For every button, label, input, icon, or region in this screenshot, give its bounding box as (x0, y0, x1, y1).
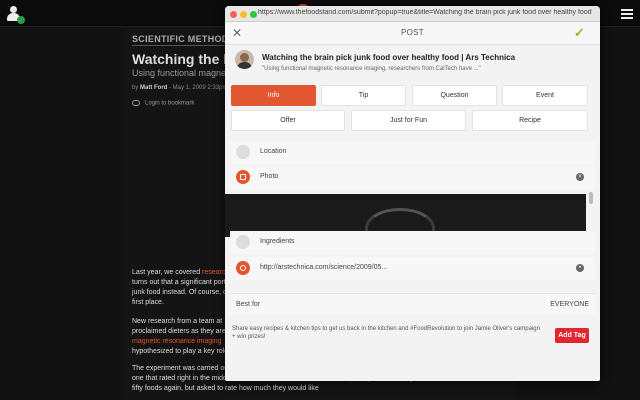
link-field[interactable]: http://arstechnica.com/science/2009/05..… (230, 257, 595, 280)
tag-promo-text: Share easy recipes & kitchen tips to get… (232, 326, 540, 340)
ingredients-label: Ingredients (260, 238, 295, 245)
tag-promo-row: Share easy recipes & kitchen tips to get… (230, 322, 595, 350)
ingredients-field[interactable]: Ingredients (230, 231, 595, 254)
post-header: ✕ POST ✓ (225, 22, 600, 45)
user-icon[interactable] (6, 6, 25, 24)
close-window-button[interactable] (230, 11, 237, 18)
tab-recipe[interactable]: Recipe (472, 110, 588, 131)
checkmark-icon[interactable]: ✓ (574, 25, 585, 41)
avatar (235, 50, 254, 69)
link-title: Watching the brain pick junk food over h… (262, 53, 516, 62)
photo-field[interactable]: Photo × (230, 166, 595, 189)
article-byline: by Matt Ford - May 1, 2009 2:33pm E (132, 85, 233, 91)
window-titlebar: https://www.thefoodstand.com/submit?popu… (225, 6, 600, 22)
location-pin-icon (236, 145, 250, 159)
para1-text-a: Last year, we covered (132, 269, 201, 276)
article-paragraph-2: New research from a team at proclaimed d… (132, 317, 240, 357)
tab-event[interactable]: Event (502, 85, 588, 106)
hamburger-menu-icon[interactable] (621, 9, 633, 19)
location-field[interactable]: Location (230, 141, 595, 164)
camera-icon (236, 170, 250, 184)
location-label: Location (260, 148, 287, 155)
article-paragraph-1: Last year, we covered research turns out… (132, 268, 240, 308)
post-title: POST (401, 28, 424, 37)
para2-text-b: proclaimed dieters as they are (132, 328, 226, 335)
byline-author[interactable]: Matt Ford (140, 85, 167, 91)
bookmark-label: Login to bookmark (145, 100, 195, 107)
byline-date: - May 1, 2009 2:33pm E (169, 85, 234, 91)
photo-label: Photo (260, 173, 279, 180)
screen: SCIENTIFIC METHOD / SCIENCE & EX Watchin… (0, 0, 640, 400)
tab-offer[interactable]: Offer (231, 110, 345, 131)
link-description: "Using functional magnetic resonance ima… (262, 66, 481, 72)
clear-link-button[interactable]: × (576, 264, 584, 272)
add-tag-button[interactable]: Add Tag (555, 328, 589, 343)
list-icon (236, 235, 250, 249)
para1-text-b: turns out that a significant port junk f… (132, 279, 227, 306)
mri-link[interactable]: magnetic resonance imaging (132, 338, 222, 345)
best-for-label: Best for (236, 301, 261, 308)
link-value: http://arstechnica.com/science/2009/05..… (260, 264, 388, 271)
tab-question[interactable]: Question (412, 85, 497, 106)
clear-photo-button[interactable]: × (576, 173, 584, 181)
maximize-window-button[interactable] (250, 11, 257, 18)
bookmark-link[interactable]: Login to bookmark (132, 100, 194, 107)
bookmark-icon (132, 100, 140, 106)
tab-tip[interactable]: Tip (321, 85, 406, 106)
para2-text-c: hypothesized to play a key role (132, 348, 229, 355)
para2-text-a: New research from a team at (132, 318, 223, 325)
byline-prefix: by (132, 85, 139, 91)
notification-badge (17, 16, 25, 24)
link-icon (236, 261, 250, 275)
tab-info[interactable]: Info (231, 85, 316, 106)
best-for-value[interactable]: EVERYONE (550, 301, 589, 308)
post-popup-window: https://www.thefoodstand.com/submit?popu… (225, 6, 600, 381)
link-preview-card: Watching the brain pick junk food over h… (225, 46, 600, 82)
best-for-selector[interactable]: Best for EVERYONE (230, 293, 595, 315)
minimize-window-button[interactable] (240, 11, 247, 18)
scrollbar[interactable] (589, 192, 593, 204)
tab-just-for-fun[interactable]: Just for Fun (351, 110, 466, 131)
window-url: https://www.thefoodstand.com/submit?popu… (258, 9, 592, 16)
